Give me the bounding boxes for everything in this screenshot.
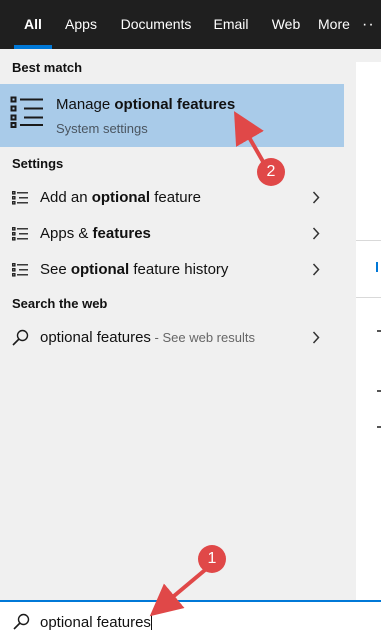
- tab-more[interactable]: More: [318, 0, 362, 78]
- settings-item-label: Add an optional feature: [40, 189, 201, 206]
- settings-list-icon: [12, 227, 28, 241]
- search-box[interactable]: optional features: [0, 600, 381, 642]
- best-match-title: Manage optional features: [56, 96, 236, 113]
- search-icon: [13, 613, 30, 630]
- preview-divider: [356, 240, 381, 241]
- tab-label: Email: [213, 16, 249, 32]
- tab-label: More: [318, 16, 350, 32]
- tab-email[interactable]: Email: [208, 0, 254, 49]
- preview-bullet-mark: [377, 426, 381, 428]
- web-result-hint: - See web results: [150, 330, 255, 345]
- settings-list-icon: [10, 96, 43, 128]
- search-icon: [12, 329, 29, 346]
- text-cursor: [150, 613, 152, 630]
- chevron-right-icon: [312, 227, 320, 240]
- tab-label: Apps: [65, 16, 97, 32]
- preview-link-mark: [376, 262, 378, 272]
- annotation-badge-1: 1: [198, 545, 226, 573]
- tab-all[interactable]: All: [14, 0, 52, 49]
- settings-item-label: See optional feature history: [40, 261, 229, 278]
- settings-list-icon: [12, 263, 28, 277]
- settings-header: Settings: [12, 156, 64, 171]
- web-result-label: optional features - See web results: [40, 329, 255, 346]
- tab-apps[interactable]: Apps: [58, 0, 104, 49]
- tab-label: Web: [271, 16, 301, 32]
- settings-item-add-optional-feature[interactable]: Add an optional feature: [0, 180, 344, 216]
- best-match-subtitle: System settings: [56, 121, 148, 136]
- settings-item-apps-features[interactable]: Apps & features: [0, 216, 344, 252]
- tab-web[interactable]: Web: [266, 0, 306, 49]
- preview-bullet-mark: [377, 390, 381, 392]
- settings-item-feature-history[interactable]: See optional feature history: [0, 252, 344, 288]
- search-input[interactable]: optional features: [40, 613, 152, 631]
- search-tab-bar: All Apps Documents Email Web More ··: [0, 0, 381, 78]
- chevron-right-icon: [312, 263, 320, 276]
- best-match-header: Best match: [12, 60, 83, 75]
- annotation-badge-2: 2: [257, 158, 285, 186]
- ellipsis-icon[interactable]: ··: [362, 0, 375, 49]
- preview-bullet-mark: [377, 330, 381, 332]
- chevron-right-icon: [312, 331, 320, 344]
- web-result-optional-features[interactable]: optional features - See web results: [0, 320, 344, 356]
- settings-item-label: Apps & features: [40, 225, 151, 242]
- tab-documents[interactable]: Documents: [116, 0, 196, 49]
- best-match-result[interactable]: [0, 84, 344, 147]
- preview-divider: [356, 297, 381, 298]
- search-web-header: Search the web: [12, 296, 108, 311]
- settings-list-icon: [12, 191, 28, 205]
- tab-label: All: [24, 16, 42, 32]
- chevron-right-icon: [312, 191, 320, 204]
- tab-label: Documents: [120, 16, 192, 32]
